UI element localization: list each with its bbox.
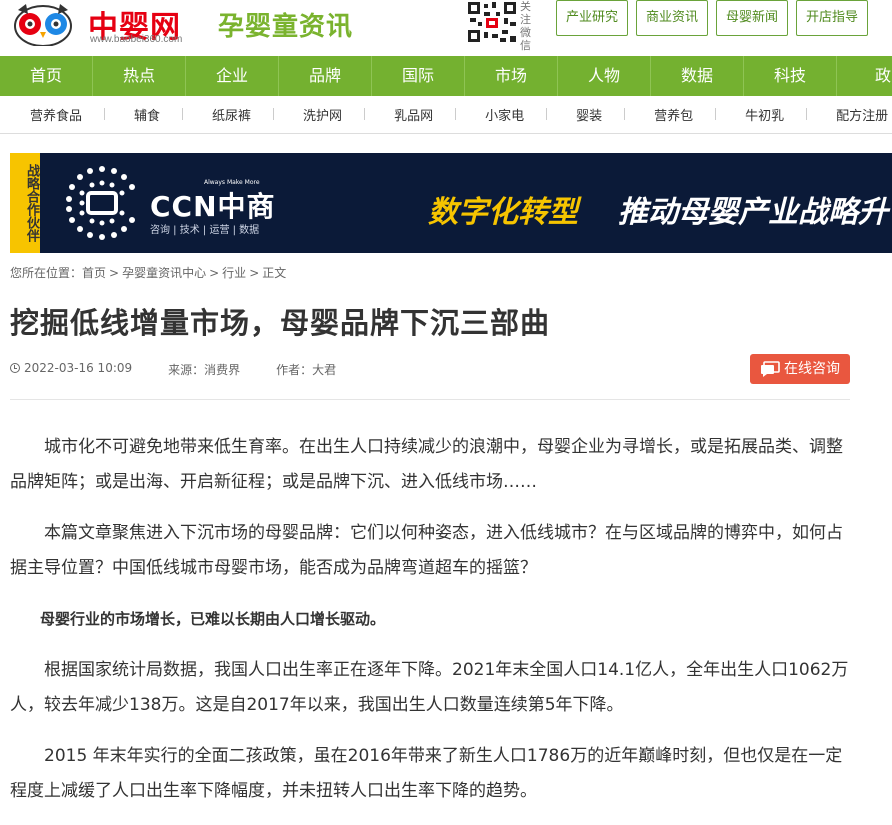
site-section-title[interactable]: 孕婴童资讯 [218, 6, 353, 43]
main-nav: 首页 热点 企业 品牌 国际 市场 人物 数据 科技 政 [0, 56, 892, 96]
article-source: 来源：消费界 [168, 363, 241, 377]
breadcrumb-prefix: 您所在位置： [10, 266, 83, 280]
nav-item-hot[interactable]: 热点 [93, 56, 186, 96]
breadcrumb-separator: > [209, 266, 220, 280]
site-logo[interactable]: 中婴网 www.baobei360.com [8, 0, 198, 50]
breadcrumb-industry-link[interactable]: 行业 [222, 266, 246, 280]
subnav-item-nutrition-food[interactable]: 营养食品 [0, 105, 104, 124]
ccn-logo-icon [66, 166, 135, 240]
banner-slogan-highlight: 数字化转型 [428, 195, 578, 230]
article-paragraph: 本篇文章聚焦进入下沉市场的母婴品牌：它们以何种姿态，进入低线城市？在与区域品牌的… [10, 523, 843, 578]
nav-item-policy[interactable]: 政 [837, 56, 892, 96]
sub-nav: 营养食品 辅食 纸尿裤 洗护网 乳品网 小家电 婴装 营养包 牛初乳 配方注册 … [0, 96, 892, 134]
breadcrumb-current: 正文 [262, 266, 287, 280]
logo-domain: www.baobei360.com [90, 34, 183, 45]
nav-item-data[interactable]: 数据 [651, 56, 744, 96]
subnav-item-dairy[interactable]: 乳品网 [364, 105, 455, 124]
industry-research-button[interactable]: 产业研究 [556, 0, 629, 36]
clock-icon [10, 363, 20, 373]
subnav-item-care[interactable]: 洗护网 [273, 105, 364, 124]
chat-bubble-icon [761, 361, 780, 377]
breadcrumb-separator: > [249, 266, 260, 280]
nav-item-enterprise[interactable]: 企业 [186, 56, 279, 96]
nav-item-tech[interactable]: 科技 [744, 56, 837, 96]
article-subheading: 母婴行业的市场增长，已难以长期由人口增长驱动。 [40, 610, 386, 628]
nav-item-brand[interactable]: 品牌 [279, 56, 372, 96]
breadcrumb-news-center-link[interactable]: 孕婴童资讯中心 [122, 266, 206, 280]
banner-brand-tagline: Always Make More [204, 179, 260, 186]
subnav-item-formula-registration[interactable]: 配方注册 [806, 105, 892, 124]
subnav-item-appliances[interactable]: 小家电 [455, 105, 546, 124]
subnav-item-diapers[interactable]: 纸尿裤 [182, 105, 273, 124]
article-date: 2022-03-16 10:09 [10, 361, 132, 378]
article-author: 作者：大君 [276, 363, 337, 377]
maternal-news-button[interactable]: 母婴新闻 [716, 0, 789, 36]
top-button-group: 产业研究 商业资讯 母婴新闻 开店指导 [556, 0, 869, 36]
banner-brand-services: 咨询 | 技术 | 运营 | 数据 [150, 225, 260, 236]
breadcrumb-home-link[interactable]: 首页 [82, 266, 106, 280]
partner-banner[interactable]: 战略合作伙伴 CCN中商 Always Make More 咨询 | 技术 | … [10, 153, 892, 253]
subnav-item-complementary-food[interactable]: 辅食 [104, 105, 182, 124]
article-title: 挖掘低线增量市场，母婴品牌下沉三部曲 [10, 306, 551, 340]
business-news-button[interactable]: 商业资讯 [636, 0, 709, 36]
meta-divider [10, 399, 850, 400]
store-guide-button[interactable]: 开店指导 [796, 0, 869, 36]
follow-wechat-text: 关注微信 [520, 0, 531, 52]
article-paragraph: 根据国家统计局数据，我国人口出生率正在逐年下降。2021年末全国人口14.1亿人… [10, 660, 849, 715]
wechat-qr-code-icon [466, 0, 518, 44]
breadcrumb-separator: > [109, 266, 120, 280]
site-header: 中婴网 www.baobei360.com 孕婴童资讯 关注微信 产业研究 商业… [0, 0, 892, 56]
nav-item-people[interactable]: 人物 [558, 56, 651, 96]
breadcrumb: 您所在位置：首页 > 孕婴童资讯中心 > 行业 > 正文 [10, 264, 286, 281]
subnav-item-baby-clothing[interactable]: 婴装 [546, 105, 624, 124]
nav-item-home[interactable]: 首页 [0, 56, 93, 96]
nav-item-market[interactable]: 市场 [465, 56, 558, 96]
online-consult-button[interactable]: 在线咨询 [750, 354, 850, 384]
article-paragraph: 2015 年末年实行的全面二孩政策，虽在2016年带来了新生人口1786万的近年… [10, 746, 843, 801]
nav-item-international[interactable]: 国际 [372, 56, 465, 96]
article-meta: 2022-03-16 10:09 来源：消费界 作者：大君 [10, 361, 336, 378]
article-body: 城市化不可避免地带来低生育率。在出生人口持续减少的浪潮中，母婴企业为寻增长，或是… [10, 430, 852, 825]
banner-slogan-main: 推动母婴产业战略升 [618, 195, 888, 230]
banner-partner-tag: 战略合作伙伴 [10, 153, 40, 253]
article-paragraph: 城市化不可避免地带来低生育率。在出生人口持续减少的浪潮中，母婴企业为寻增长，或是… [10, 437, 843, 492]
article-date-text: 2022-03-16 10:09 [24, 361, 133, 375]
subnav-item-nutrition-pack[interactable]: 营养包 [624, 105, 715, 124]
subnav-item-colostrum[interactable]: 牛初乳 [715, 105, 806, 124]
online-consult-label: 在线咨询 [784, 361, 840, 377]
owl-mascot-icon [14, 4, 72, 46]
banner-brand-name: CCN中商 [150, 190, 276, 223]
